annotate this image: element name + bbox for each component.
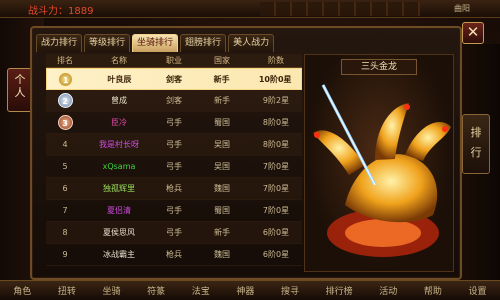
level-cell: 7阶0星 bbox=[262, 184, 290, 193]
nation-cell: 魏国 bbox=[214, 250, 230, 259]
tab-3[interactable]: 翅膀排行 bbox=[180, 34, 227, 52]
name-cell: 叶良辰 bbox=[107, 75, 132, 84]
rank-cell: 4 bbox=[62, 140, 68, 149]
table-body: 1 叶良辰 剑客 新手 10阶0星 2 曾成 剑客 新手 9阶2星 3 臣冷 弓手 蜀国 8阶0星 4 我是村长… bbox=[46, 68, 302, 266]
tab-2[interactable]: 坐骑排行 bbox=[132, 34, 179, 52]
mount-name-label: 三头金龙 bbox=[341, 59, 417, 75]
nav-item-10[interactable]: 设置 bbox=[469, 284, 487, 297]
nav-item-2[interactable]: 坐骑 bbox=[103, 284, 121, 297]
job-cell: 弓手 bbox=[166, 162, 182, 171]
table-row[interactable]: 8 夏侯思风 弓手 新手 6阶0星 bbox=[46, 222, 302, 244]
job-cell: 枪兵 bbox=[166, 184, 182, 193]
game-screen: 战斗力：1889 曲阳 个 人 战力排行 等级排行 坐骑排行 翅膀排行 美人战力 ✕ 排… bbox=[0, 0, 500, 300]
level-cell: 6阶0星 bbox=[262, 250, 290, 259]
name-cell: 曾成 bbox=[111, 96, 127, 105]
table-header: 排名 名称 职业 国家 阶数 bbox=[46, 54, 302, 68]
header-rank: 排名 bbox=[57, 56, 73, 65]
nation-cell: 新手 bbox=[213, 75, 230, 84]
nav-item-7[interactable]: 排行榜 bbox=[326, 284, 353, 297]
rank-cell: 8 bbox=[62, 228, 68, 237]
rank-cell: 9 bbox=[62, 250, 68, 259]
header-job: 职业 bbox=[166, 56, 182, 65]
rank-cell: 6 bbox=[62, 184, 68, 193]
nation-cell: 魏国 bbox=[214, 184, 230, 193]
name-cell: 夏侯思风 bbox=[103, 228, 135, 237]
top-hud: 战斗力：1889 曲阳 bbox=[0, 0, 500, 18]
power-readout: 战斗力：1889 bbox=[28, 6, 94, 17]
close-button[interactable]: ✕ bbox=[462, 22, 484, 44]
rank-cell: 5 bbox=[62, 162, 68, 171]
ranking-side-tab-label: 排 行 bbox=[470, 126, 482, 159]
rank-cell: 2 bbox=[46, 90, 84, 111]
nav-item-1[interactable]: 扭转 bbox=[58, 284, 76, 297]
nav-item-8[interactable]: 活动 bbox=[379, 284, 397, 297]
rank-cell: 7 bbox=[62, 206, 68, 215]
nation-cell: 吴国 bbox=[214, 140, 230, 149]
gold-medal-icon: 1 bbox=[58, 72, 74, 87]
ranking-tabs: 战力排行 等级排行 坐骑排行 翅膀排行 美人战力 bbox=[36, 34, 276, 52]
table-row[interactable]: 9 冰战霸主 枪兵 魏国 6阶0星 bbox=[46, 244, 302, 266]
nav-item-9[interactable]: 帮助 bbox=[424, 284, 442, 297]
table-row[interactable]: 1 叶良辰 剑客 新手 10阶0星 bbox=[46, 68, 302, 90]
name-cell: 独孤辉里 bbox=[103, 184, 135, 193]
nav-item-6[interactable]: 搜寻 bbox=[281, 284, 299, 297]
job-cell: 弓手 bbox=[166, 206, 182, 215]
nation-cell: 蜀国 bbox=[214, 206, 230, 215]
table-row[interactable]: 7 夏侣清 弓手 蜀国 7阶0星 bbox=[46, 200, 302, 222]
header-name: 名称 bbox=[111, 56, 127, 65]
level-cell: 7阶0星 bbox=[262, 206, 290, 215]
level-cell: 6阶0星 bbox=[262, 228, 290, 237]
header-level: 阶数 bbox=[268, 56, 284, 65]
tab-4[interactable]: 美人战力 bbox=[228, 34, 275, 52]
ranking-side-tab[interactable]: 排 行 bbox=[462, 114, 490, 174]
bottom-navigation: 角色 扭转 坐骑 符篆 法宝 神器 搜寻 排行榜 活动 帮助 设置 bbox=[0, 280, 500, 300]
level-cell: 9阶2星 bbox=[262, 96, 290, 105]
rank-cell: 3 bbox=[46, 112, 84, 133]
job-cell: 剑客 bbox=[166, 75, 182, 84]
job-cell: 弓手 bbox=[166, 140, 182, 149]
nation-cell: 蜀国 bbox=[214, 118, 230, 127]
nav-item-0[interactable]: 角色 bbox=[13, 284, 31, 297]
table-row[interactable]: 3 臣冷 弓手 蜀国 8阶0星 bbox=[46, 112, 302, 134]
level-cell: 10阶0星 bbox=[258, 75, 292, 84]
header-nation: 国家 bbox=[214, 56, 230, 65]
table-row[interactable]: 2 曾成 剑客 新手 9阶2星 bbox=[46, 90, 302, 112]
ranking-table: 排名 名称 职业 国家 阶数 1 叶良辰 剑客 新手 10阶0星 2 曾成 剑客 新手 9阶2星 3… bbox=[46, 54, 302, 272]
close-icon: ✕ bbox=[466, 23, 480, 41]
silver-medal-icon: 2 bbox=[57, 93, 73, 108]
level-cell: 7阶0星 bbox=[262, 162, 290, 171]
tab-1[interactable]: 等级排行 bbox=[84, 34, 131, 52]
job-cell: 弓手 bbox=[166, 228, 182, 237]
bronze-medal-icon: 3 bbox=[57, 115, 73, 130]
tab-0[interactable]: 战力排行 bbox=[36, 34, 83, 52]
golden-dragon-image bbox=[313, 84, 451, 257]
nation-cell: 新手 bbox=[214, 228, 230, 237]
table-row[interactable]: 5 xQsama 弓手 吴国 7阶0星 bbox=[46, 156, 302, 178]
job-cell: 弓手 bbox=[166, 118, 182, 127]
table-row[interactable]: 6 独孤辉里 枪兵 魏国 7阶0星 bbox=[46, 178, 302, 200]
nav-item-5[interactable]: 神器 bbox=[236, 284, 254, 297]
rank-cell: 1 bbox=[47, 69, 85, 89]
table-row[interactable]: 4 我是村长呀 弓手 吴国 8阶0星 bbox=[46, 134, 302, 156]
name-cell: 我是村长呀 bbox=[99, 140, 139, 149]
level-cell: 8阶0星 bbox=[262, 118, 290, 127]
name-cell: 夏侣清 bbox=[107, 206, 131, 215]
name-cell: 臣冷 bbox=[111, 118, 127, 127]
nation-cell: 吴国 bbox=[214, 162, 230, 171]
nav-item-4[interactable]: 法宝 bbox=[192, 284, 210, 297]
job-cell: 剑客 bbox=[166, 96, 182, 105]
nav-item-3[interactable]: 符篆 bbox=[147, 284, 165, 297]
nation-cell: 新手 bbox=[214, 96, 230, 105]
name-cell: 冰战霸主 bbox=[103, 250, 135, 259]
personal-tab-label: 个 人 bbox=[14, 73, 26, 99]
top-right-label: 曲阳 bbox=[454, 4, 470, 13]
hud-decoration bbox=[260, 2, 420, 16]
name-cell: xQsama bbox=[102, 162, 136, 171]
level-cell: 8阶0星 bbox=[262, 140, 290, 149]
job-cell: 枪兵 bbox=[166, 250, 182, 259]
mount-preview: 三头金龙 bbox=[304, 54, 454, 272]
